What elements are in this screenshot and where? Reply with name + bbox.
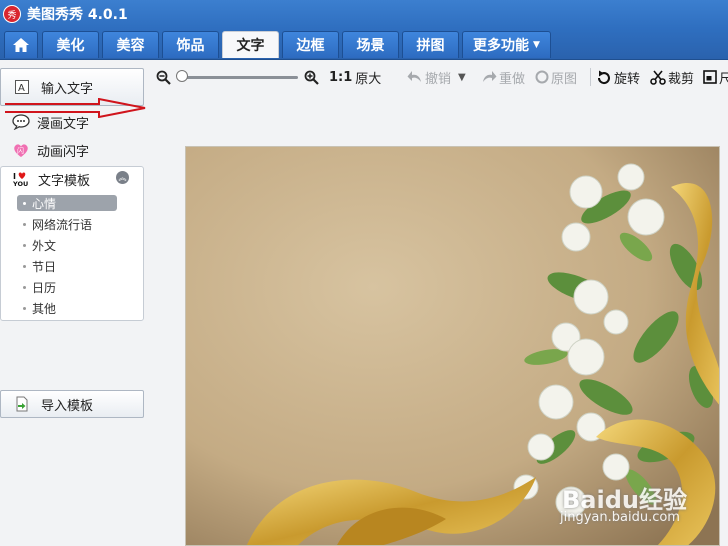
ratio-label: 1:1 xyxy=(329,69,353,85)
redo-label: 重做 xyxy=(499,71,526,87)
undo-dropdown-caret-icon[interactable]: ▼ xyxy=(458,68,466,86)
category-label: 日历 xyxy=(32,280,57,295)
tab-collage[interactable]: 拼图 xyxy=(402,31,459,58)
category-mood[interactable]: 心情 xyxy=(17,195,117,211)
tab-accessories[interactable]: 饰品 xyxy=(162,31,219,58)
undo-label: 撤销 xyxy=(425,71,452,87)
scissors-icon xyxy=(650,69,666,85)
text-template-panel: I YOU 文字模板 ︽ 心情 网络流行语 外文 节日 日历 其他 xyxy=(0,166,144,321)
original-image-button[interactable]: 原图 xyxy=(535,68,578,87)
category-other[interactable]: 其他 xyxy=(17,300,117,316)
category-label: 外文 xyxy=(32,238,57,253)
bullet-icon xyxy=(23,306,26,310)
sidebar: A 输入文字 漫画文字 闪 动画闪字 I YOU 文字模板 ︽ 心情 网络流行语 … xyxy=(0,60,150,546)
resize-button[interactable]: 尺 xyxy=(703,68,728,87)
svg-text:闪: 闪 xyxy=(17,146,24,155)
bullet-icon xyxy=(23,243,26,247)
category-label: 其他 xyxy=(32,301,57,316)
original-image-label: 原图 xyxy=(551,71,578,87)
svg-text:YOU: YOU xyxy=(13,180,28,187)
category-foreign[interactable]: 外文 xyxy=(17,237,117,253)
resize-label: 尺 xyxy=(719,71,728,87)
redo-button[interactable]: 重做 xyxy=(481,68,526,87)
title-bar: 秀 美图秀秀 4.0.1 xyxy=(0,0,728,28)
zoom-out-icon xyxy=(156,70,171,85)
home-icon xyxy=(13,38,29,52)
zoom-slider-track[interactable] xyxy=(180,76,298,79)
bullet-icon xyxy=(23,201,26,205)
love-you-icon: I YOU xyxy=(12,171,31,188)
undo-button[interactable]: 撤销 xyxy=(407,68,452,87)
collapse-icon[interactable]: ︽ xyxy=(116,171,129,184)
animated-text-label: 动画闪字 xyxy=(37,144,90,160)
animated-text-link[interactable]: 闪 动画闪字 xyxy=(12,139,89,161)
rotate-label: 旋转 xyxy=(614,71,641,87)
category-internet-slang[interactable]: 网络流行语 xyxy=(17,216,117,232)
dropdown-caret-icon: ▼ xyxy=(533,40,540,50)
tab-border[interactable]: 边框 xyxy=(282,31,339,58)
tab-beautify[interactable]: 美化 xyxy=(42,31,99,58)
undo-icon xyxy=(407,71,421,82)
original-size-button[interactable]: 1:1 原大 xyxy=(329,68,382,87)
watermark-url: jingyan.baidu.com xyxy=(560,510,680,525)
text-box-icon: A xyxy=(15,80,29,94)
import-template-label: 导入模板 xyxy=(41,398,94,414)
rotate-icon xyxy=(597,70,610,84)
tab-beauty[interactable]: 美容 xyxy=(102,31,159,58)
category-label: 心情 xyxy=(32,196,57,211)
tab-more-label: 更多功能 xyxy=(473,38,530,54)
category-label: 网络流行语 xyxy=(32,217,93,232)
redo-icon xyxy=(483,71,497,82)
app-title: 美图秀秀 4.0.1 xyxy=(27,7,128,23)
main-tab-bar: 美化 美容 饰品 文字 边框 场景 拼图 更多功能 ▼ xyxy=(0,28,728,60)
tab-scene[interactable]: 场景 xyxy=(342,31,399,58)
app-logo-icon: 秀 xyxy=(3,5,21,23)
bullet-icon xyxy=(23,285,26,289)
text-template-header[interactable]: I YOU 文字模板 ︽ xyxy=(1,167,143,191)
category-label: 节日 xyxy=(32,259,57,274)
tab-more-features[interactable]: 更多功能 ▼ xyxy=(462,31,551,58)
red-arrow-annotation xyxy=(5,98,146,118)
zoom-out-button[interactable] xyxy=(156,68,171,86)
home-tab[interactable] xyxy=(4,31,38,58)
resize-icon xyxy=(703,70,717,84)
original-size-label: 原大 xyxy=(355,71,382,87)
flash-heart-icon: 闪 xyxy=(12,141,30,159)
category-calendar[interactable]: 日历 xyxy=(17,279,117,295)
svg-text:A: A xyxy=(18,83,25,94)
input-text-label: 输入文字 xyxy=(41,81,94,97)
zoom-in-button[interactable] xyxy=(304,68,319,86)
import-icon xyxy=(15,396,29,412)
category-holiday[interactable]: 节日 xyxy=(17,258,117,274)
zoom-in-icon xyxy=(304,70,319,85)
bullet-icon xyxy=(23,222,26,226)
bullet-icon xyxy=(23,264,26,268)
rotate-button[interactable]: 旋转 xyxy=(596,68,641,87)
import-template-button[interactable]: 导入模板 xyxy=(0,390,144,418)
toolbar-divider xyxy=(590,68,591,86)
crop-label: 裁剪 xyxy=(668,71,695,87)
tab-text[interactable]: 文字 xyxy=(222,31,279,58)
crop-button[interactable]: 裁剪 xyxy=(650,68,695,87)
circle-icon xyxy=(535,70,549,84)
zoom-slider-thumb[interactable] xyxy=(176,70,188,82)
image-toolbar: 1:1 原大 撤销 ▼ 重做 原图 旋转 裁剪 尺 xyxy=(150,60,728,94)
text-template-title: 文字模板 xyxy=(38,173,91,189)
